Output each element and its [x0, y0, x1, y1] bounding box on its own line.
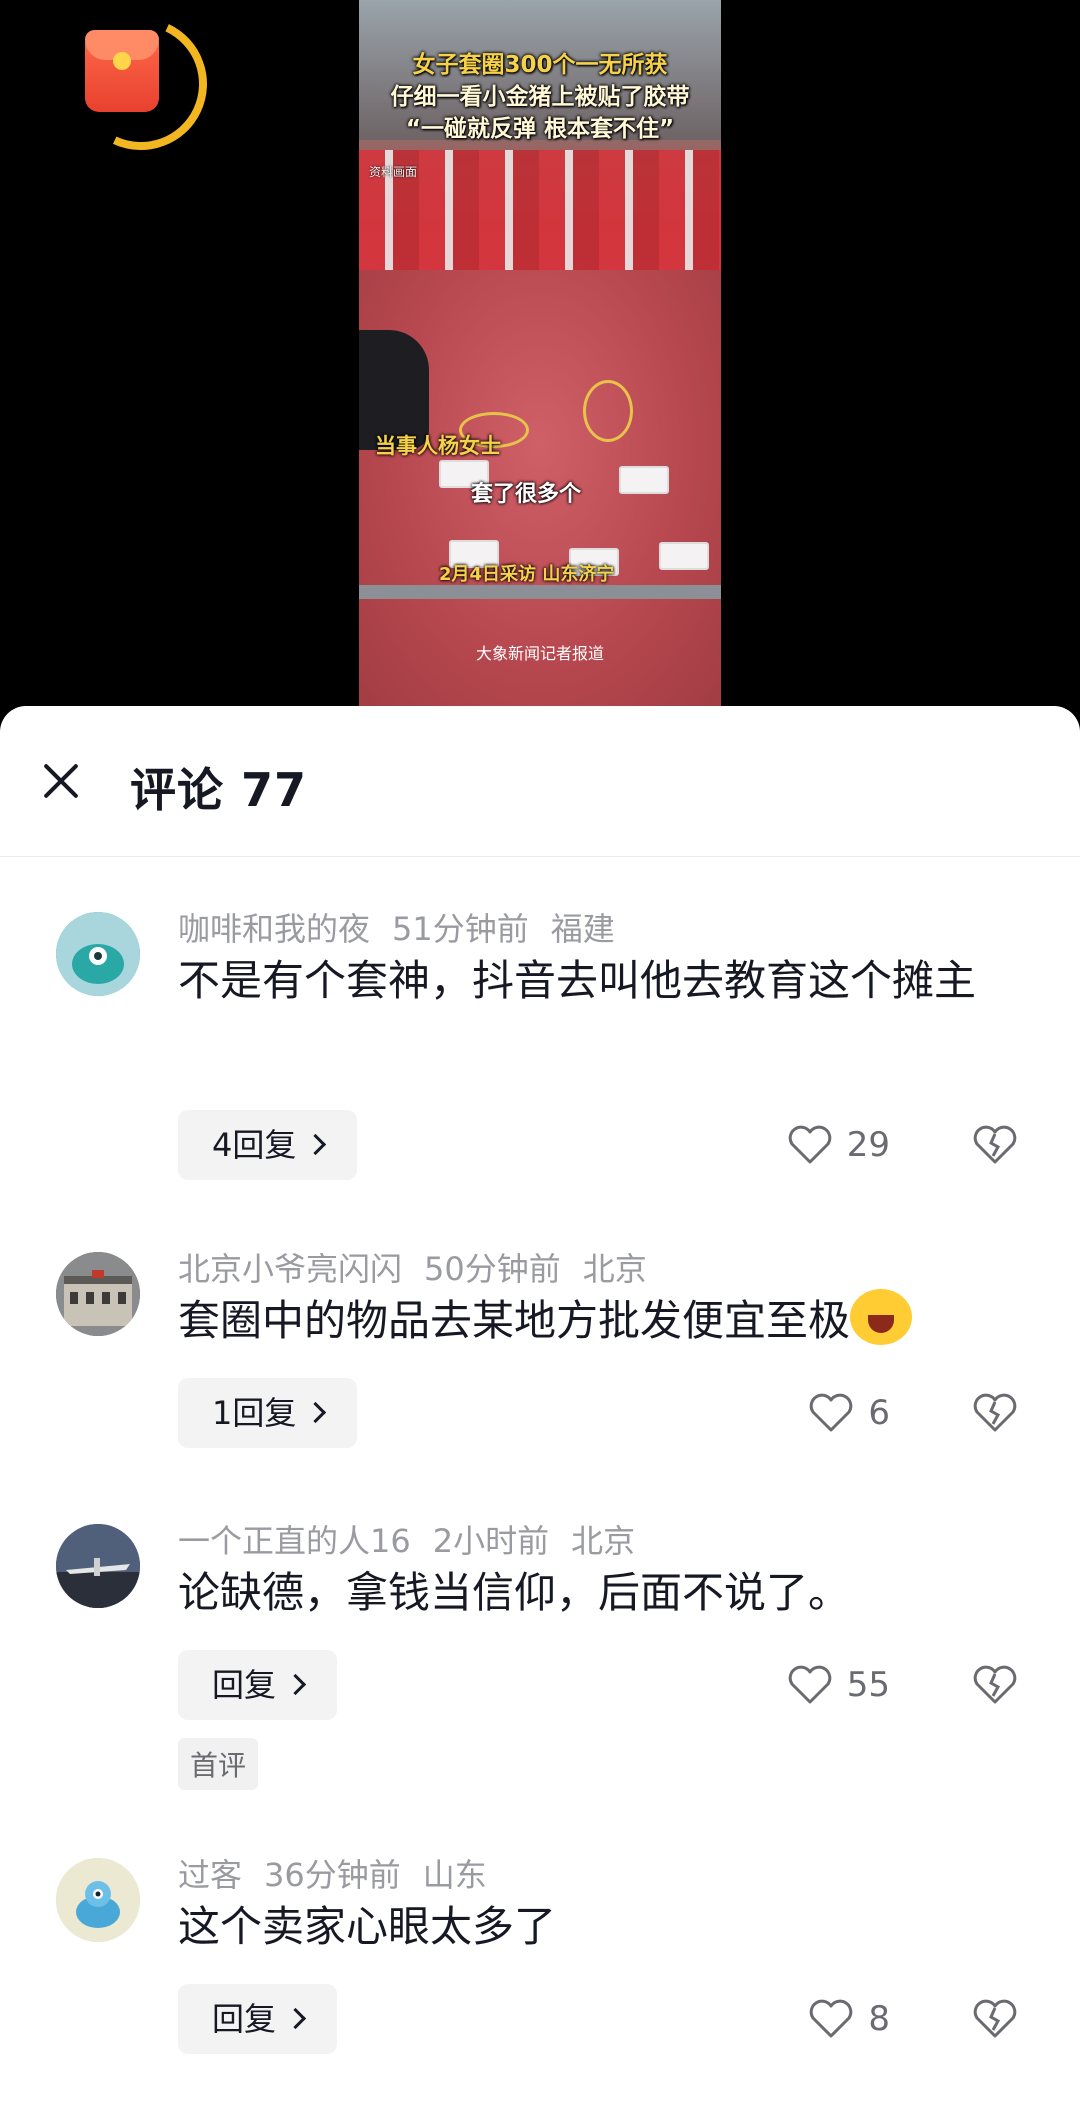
comment-text-content: 套圈中的物品去某地方批发便宜至极 — [178, 1296, 851, 1345]
video-caption-title: 女子套圈300个一无所获 — [412, 52, 668, 78]
broken-heart-icon — [973, 1393, 1017, 1432]
comment-location: 北京 — [571, 1522, 636, 1560]
first-comment-badge: 首评 — [178, 1738, 259, 1790]
comment-location: 北京 — [582, 1250, 647, 1288]
comment-text[interactable]: 论缺德，拿钱当信仰，后面不说了。 — [178, 1558, 1028, 1628]
heart-icon — [810, 1393, 853, 1432]
broken-heart-icon — [973, 1125, 1017, 1164]
red-packet-icon[interactable] — [56, 0, 226, 169]
chevron-right-icon — [305, 1133, 327, 1156]
video-date-location: 2月4日采访 山东济宁 — [439, 564, 615, 585]
reply-label: 1回复 — [212, 1394, 297, 1432]
heart-icon — [810, 1999, 853, 2038]
video-frame: 女子套圈300个一无所获 仔细一看小金猪上被贴了胶带 “一碰就反弹 根本套不住”… — [359, 0, 721, 706]
comment-meta: 过客 36分钟前 山东 — [178, 1850, 509, 1896]
comment-meta: 一个正直的人16 2小时前 北京 — [178, 1516, 657, 1562]
avatar[interactable] — [56, 912, 140, 996]
like-count: 29 — [846, 1125, 890, 1165]
chevron-right-icon — [284, 2007, 307, 2030]
comment-username[interactable]: 过客 — [178, 1856, 242, 1894]
comment-location: 山东 — [422, 1856, 487, 1894]
comment-username[interactable]: 一个正直的人16 — [178, 1522, 411, 1560]
like-count: 55 — [846, 1665, 890, 1705]
video-footer-credit: 大象新闻记者报道 — [475, 644, 604, 663]
comment-username[interactable]: 咖啡和我的夜 — [178, 910, 370, 948]
reply-label: 4回复 — [212, 1126, 297, 1164]
dislike-button[interactable] — [972, 1110, 1018, 1180]
reply-button[interactable]: 回复 — [178, 1984, 338, 2054]
avatar[interactable] — [56, 1858, 140, 1942]
dislike-button[interactable] — [972, 1984, 1018, 2054]
video-caption-line3: “一碰就反弹 根本套不住” — [405, 116, 675, 142]
reply-label: 回复 — [212, 1666, 277, 1704]
comment-text[interactable]: 套圈中的物品去某地方批发便宜至极 — [178, 1286, 1038, 1356]
comment-count-title: 评论 77 — [130, 763, 308, 817]
like-count: 6 — [868, 1393, 890, 1433]
comment-location: 福建 — [550, 910, 615, 948]
broken-heart-icon — [973, 1665, 1017, 1704]
comment-meta: 咖啡和我的夜 51分钟前 福建 — [178, 904, 637, 950]
avatar[interactable] — [56, 1252, 140, 1336]
comment-time: 50分钟前 — [424, 1250, 561, 1288]
comment-sheet-header: 评论 77 — [0, 706, 1080, 857]
reply-button[interactable]: 1回复 — [178, 1378, 358, 1448]
comment-time: 36分钟前 — [264, 1856, 401, 1894]
like-button[interactable]: 6 — [808, 1378, 890, 1448]
comment-time: 2小时前 — [432, 1522, 550, 1560]
comment-text[interactable]: 这个卖家心眼太多了 — [178, 1892, 1028, 1962]
reply-button[interactable]: 回复 — [178, 1650, 338, 1720]
video-caption-line2: 仔细一看小金猪上被贴了胶带 — [390, 84, 690, 110]
chevron-right-icon — [284, 1673, 307, 1696]
heart-icon — [788, 1125, 831, 1164]
avatar[interactable] — [56, 1524, 140, 1608]
video-person-label: 当事人杨女士 — [375, 434, 501, 458]
dislike-button[interactable] — [972, 1378, 1018, 1448]
video-source-tag: 资料画面 — [369, 165, 418, 179]
comment-sheet: 评论 77 咖啡和我的夜 51分钟前 福建 不是有个套神，抖音去叫他去教育这个摊主 … — [0, 706, 1080, 2102]
dislike-button[interactable] — [972, 1650, 1018, 1720]
like-button[interactable]: 8 — [808, 1984, 890, 2054]
comment-meta: 北京小爷亮闪闪 50分钟前 北京 — [178, 1244, 669, 1290]
like-button[interactable]: 29 — [787, 1110, 890, 1180]
chevron-right-icon — [305, 1401, 327, 1424]
reply-label: 回复 — [212, 2000, 277, 2038]
comment-username[interactable]: 北京小爷亮闪闪 — [178, 1250, 402, 1288]
heart-icon — [788, 1665, 831, 1704]
comment-text[interactable]: 不是有个套神，抖音去叫他去教育这个摊主 — [178, 946, 1028, 1016]
video-player[interactable]: 女子套圈300个一无所获 仔细一看小金猪上被贴了胶带 “一碰就反弹 根本套不住”… — [0, 0, 1080, 712]
comment-time: 51分钟前 — [392, 910, 529, 948]
video-subtitle: 套了很多个 — [471, 482, 582, 507]
like-button[interactable]: 55 — [787, 1650, 890, 1720]
reply-button[interactable]: 4回复 — [178, 1110, 358, 1180]
close-icon[interactable] — [36, 756, 86, 806]
crying-laughing-emoji-icon — [850, 1289, 913, 1345]
like-count: 8 — [868, 1999, 890, 2039]
broken-heart-icon — [973, 1999, 1017, 2038]
